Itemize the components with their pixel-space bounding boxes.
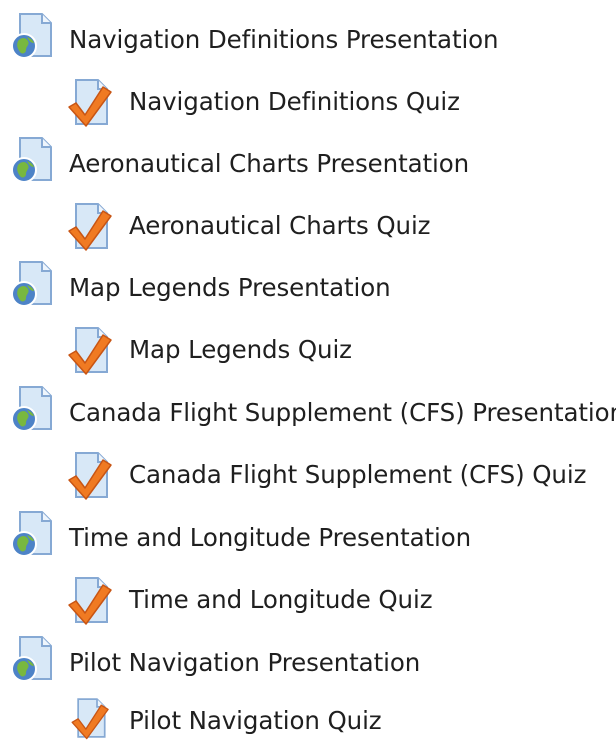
- activity-label[interactable]: Canada Flight Supplement (CFS) Presentat…: [69, 400, 616, 426]
- activity-map-legends-presentation[interactable]: Map Legends Presentation: [8, 258, 391, 318]
- activity-map-legends-quiz[interactable]: Map Legends Quiz: [66, 320, 352, 380]
- web-page-icon: [11, 137, 52, 183]
- quiz-checkmark-icon: [68, 327, 112, 375]
- quiz-checkmark-icon: [68, 452, 112, 500]
- activity-label[interactable]: Pilot Navigation Presentation: [69, 650, 420, 676]
- activity-time-longitude-quiz[interactable]: Time and Longitude Quiz: [66, 570, 433, 630]
- web-page-icon: [11, 13, 52, 59]
- activity-label[interactable]: Aeronautical Charts Quiz: [129, 213, 431, 239]
- activity-aeronautical-charts-presentation[interactable]: Aeronautical Charts Presentation: [8, 134, 469, 194]
- quiz-checkmark-icon: [68, 203, 112, 251]
- activity-cfs-quiz[interactable]: Canada Flight Supplement (CFS) Quiz: [66, 445, 586, 505]
- activity-navigation-definitions-quiz[interactable]: Navigation Definitions Quiz: [66, 72, 460, 132]
- quiz-checkmark-icon: [71, 698, 109, 740]
- activity-pilot-navigation-presentation[interactable]: Pilot Navigation Presentation: [8, 633, 420, 693]
- activity-label[interactable]: Map Legends Quiz: [129, 337, 352, 363]
- activity-label[interactable]: Canada Flight Supplement (CFS) Quiz: [129, 462, 586, 488]
- activity-label[interactable]: Aeronautical Charts Presentation: [69, 151, 469, 177]
- web-page-icon: [11, 511, 52, 557]
- activity-label[interactable]: Time and Longitude Quiz: [129, 587, 433, 613]
- activity-label[interactable]: Navigation Definitions Presentation: [69, 27, 499, 53]
- activity-navigation-definitions-presentation[interactable]: Navigation Definitions Presentation: [8, 10, 499, 70]
- activity-time-longitude-presentation[interactable]: Time and Longitude Presentation: [8, 508, 471, 568]
- activity-pilot-navigation-quiz[interactable]: Pilot Navigation Quiz: [66, 692, 382, 740]
- activity-label[interactable]: Time and Longitude Presentation: [69, 525, 471, 551]
- quiz-checkmark-icon: [68, 577, 112, 625]
- activity-aeronautical-charts-quiz[interactable]: Aeronautical Charts Quiz: [66, 196, 431, 256]
- quiz-checkmark-icon: [68, 79, 112, 127]
- activity-label[interactable]: Map Legends Presentation: [69, 275, 391, 301]
- activity-cfs-presentation[interactable]: Canada Flight Supplement (CFS) Presentat…: [8, 383, 616, 443]
- web-page-icon: [11, 636, 52, 682]
- web-page-icon: [11, 261, 52, 307]
- web-page-icon: [11, 386, 52, 432]
- activity-label[interactable]: Navigation Definitions Quiz: [129, 89, 460, 115]
- activity-label[interactable]: Pilot Navigation Quiz: [129, 708, 382, 734]
